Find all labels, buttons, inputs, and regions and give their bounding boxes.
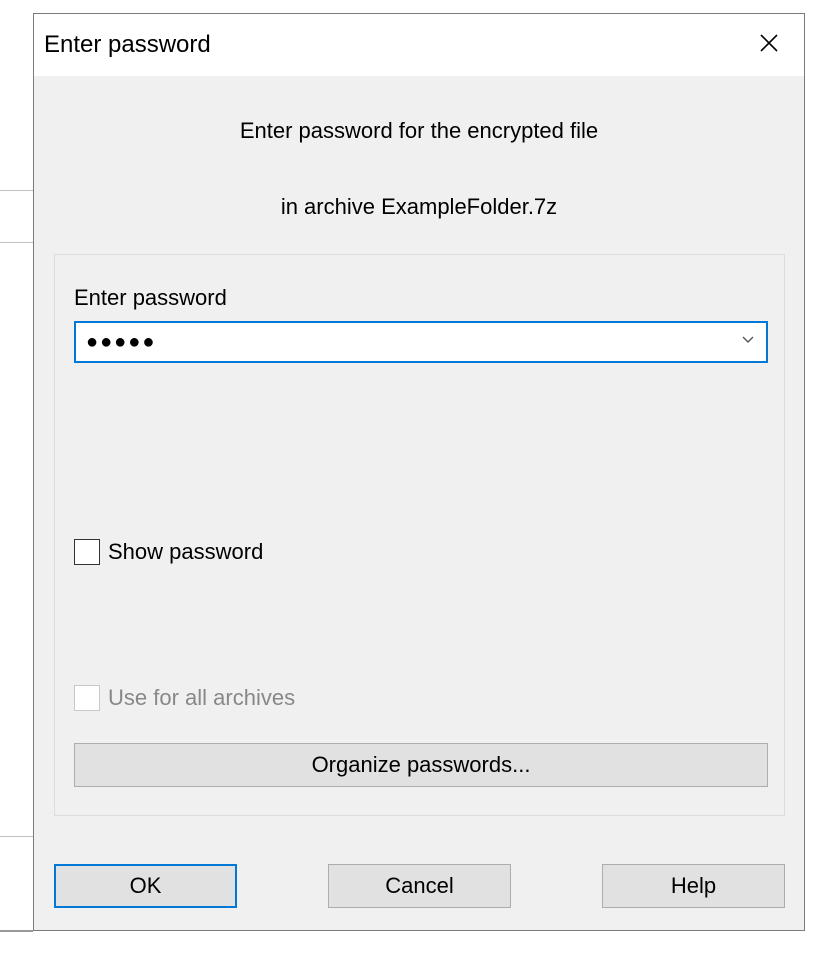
- password-label: Enter password: [74, 285, 227, 311]
- dialog-body: Enter password for the encrypted file in…: [34, 118, 804, 220]
- use-for-all-label: Use for all archives: [108, 685, 295, 711]
- show-password-label: Show password: [108, 539, 263, 565]
- dialog-title: Enter password: [44, 31, 211, 59]
- organize-passwords-label: Organize passwords...: [312, 752, 531, 778]
- password-dialog: Enter password Enter password for the en…: [33, 13, 805, 931]
- organize-passwords-button[interactable]: Organize passwords...: [74, 743, 768, 787]
- password-dropdown-button[interactable]: [730, 323, 766, 361]
- titlebar: Enter password: [34, 14, 804, 76]
- cancel-label: Cancel: [385, 873, 453, 899]
- show-password-row[interactable]: Show password: [74, 539, 263, 565]
- show-password-checkbox[interactable]: [74, 539, 100, 565]
- help-button[interactable]: Help: [602, 864, 785, 908]
- password-combobox[interactable]: [74, 321, 768, 363]
- help-label: Help: [671, 873, 716, 899]
- use-for-all-row: Use for all archives: [74, 685, 295, 711]
- ok-label: OK: [130, 873, 162, 899]
- close-icon: [759, 33, 779, 58]
- prompt-text-2: in archive ExampleFolder.7z: [34, 194, 804, 220]
- chevron-down-icon: [741, 333, 755, 352]
- password-input[interactable]: [76, 323, 730, 361]
- use-for-all-checkbox: [74, 685, 100, 711]
- dialog-button-row: OK Cancel Help: [54, 864, 785, 908]
- password-groupbox: Enter password Show password Use for all…: [54, 254, 785, 816]
- prompt-text-1: Enter password for the encrypted file: [34, 118, 804, 144]
- cancel-button[interactable]: Cancel: [328, 864, 511, 908]
- ok-button[interactable]: OK: [54, 864, 237, 908]
- close-button[interactable]: [748, 24, 790, 66]
